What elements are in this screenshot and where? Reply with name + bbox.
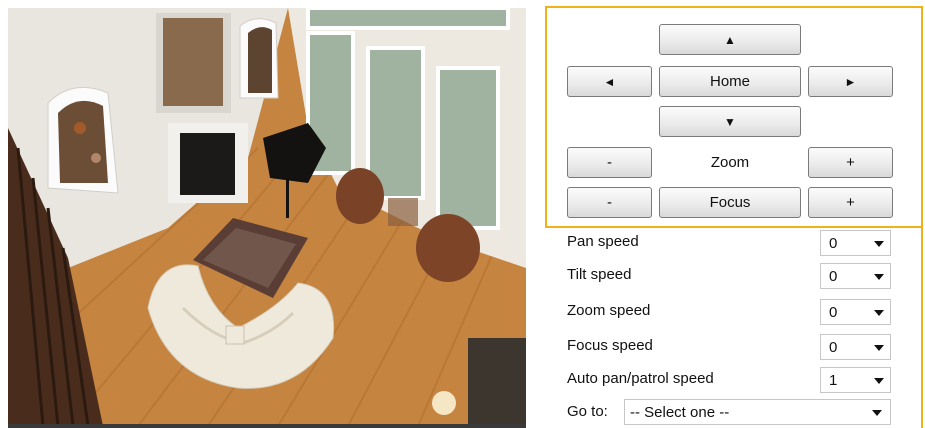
zoom-in-button[interactable]: + — [808, 147, 893, 178]
tilt-speed-label: Tilt speed — [567, 266, 632, 283]
pan-right-button[interactable]: ► — [808, 66, 893, 97]
goto-label: Go to: — [567, 403, 608, 420]
focus-near-button[interactable]: - — [567, 187, 652, 218]
pan-speed-label: Pan speed — [567, 233, 639, 250]
zoom-out-label: - — [607, 154, 612, 171]
camera-video-feed[interactable] — [8, 8, 526, 426]
camera-image — [8, 8, 526, 426]
goto-preset-select[interactable]: -- Select one -- — [624, 399, 891, 425]
zoom-speed-select[interactable]: 0 — [820, 299, 891, 325]
tilt-speed-value: 0 — [829, 267, 838, 285]
chevron-down-icon — [874, 310, 884, 316]
chevron-down-icon — [874, 274, 884, 280]
chevron-down-icon — [874, 345, 884, 351]
pan-speed-value: 0 — [829, 234, 838, 252]
arrow-up-icon: ▲ — [724, 32, 736, 47]
arrow-left-icon: ◄ — [603, 74, 616, 89]
focus-far-button[interactable]: + — [808, 187, 893, 218]
ptz-control-panel: ▲ ◄ Home ► ▼ - Zoom + - Focus + — [545, 6, 923, 228]
home-button[interactable]: Home — [659, 66, 801, 97]
focus-far-label: + — [846, 194, 855, 211]
video-status-strip — [8, 424, 526, 428]
tilt-down-button[interactable]: ▼ — [659, 106, 801, 137]
zoom-out-button[interactable]: - — [567, 147, 652, 178]
focus-auto-button[interactable]: Focus — [659, 187, 801, 218]
zoom-speed-value: 0 — [829, 303, 838, 321]
zoom-speed-label: Zoom speed — [567, 302, 651, 319]
tilt-up-button[interactable]: ▲ — [659, 24, 801, 55]
auto-patrol-speed-label: Auto pan/patrol speed — [567, 370, 714, 387]
arrow-right-icon: ► — [844, 74, 857, 89]
arrow-down-icon: ▼ — [724, 114, 736, 129]
zoom-in-label: + — [846, 154, 855, 171]
chevron-down-icon — [874, 241, 884, 247]
tilt-speed-select[interactable]: 0 — [820, 263, 891, 289]
home-button-label: Home — [709, 73, 750, 90]
auto-patrol-speed-value: 1 — [829, 371, 838, 389]
focus-speed-label: Focus speed — [567, 337, 653, 354]
focus-speed-value: 0 — [829, 338, 838, 356]
pan-speed-select[interactable]: 0 — [820, 230, 891, 256]
focus-near-label: - — [607, 194, 612, 211]
focus-button-label: Focus — [709, 194, 751, 211]
auto-patrol-speed-select[interactable]: 1 — [820, 367, 891, 393]
pan-left-button[interactable]: ◄ — [567, 66, 652, 97]
speed-settings-panel: Pan speed 0 Tilt speed 0 Zoom speed 0 Fo… — [545, 228, 923, 428]
chevron-down-icon — [872, 410, 882, 416]
goto-preset-value: -- Select one -- — [630, 403, 730, 421]
zoom-label: Zoom — [710, 154, 750, 171]
focus-speed-select[interactable]: 0 — [820, 334, 891, 360]
chevron-down-icon — [874, 378, 884, 384]
